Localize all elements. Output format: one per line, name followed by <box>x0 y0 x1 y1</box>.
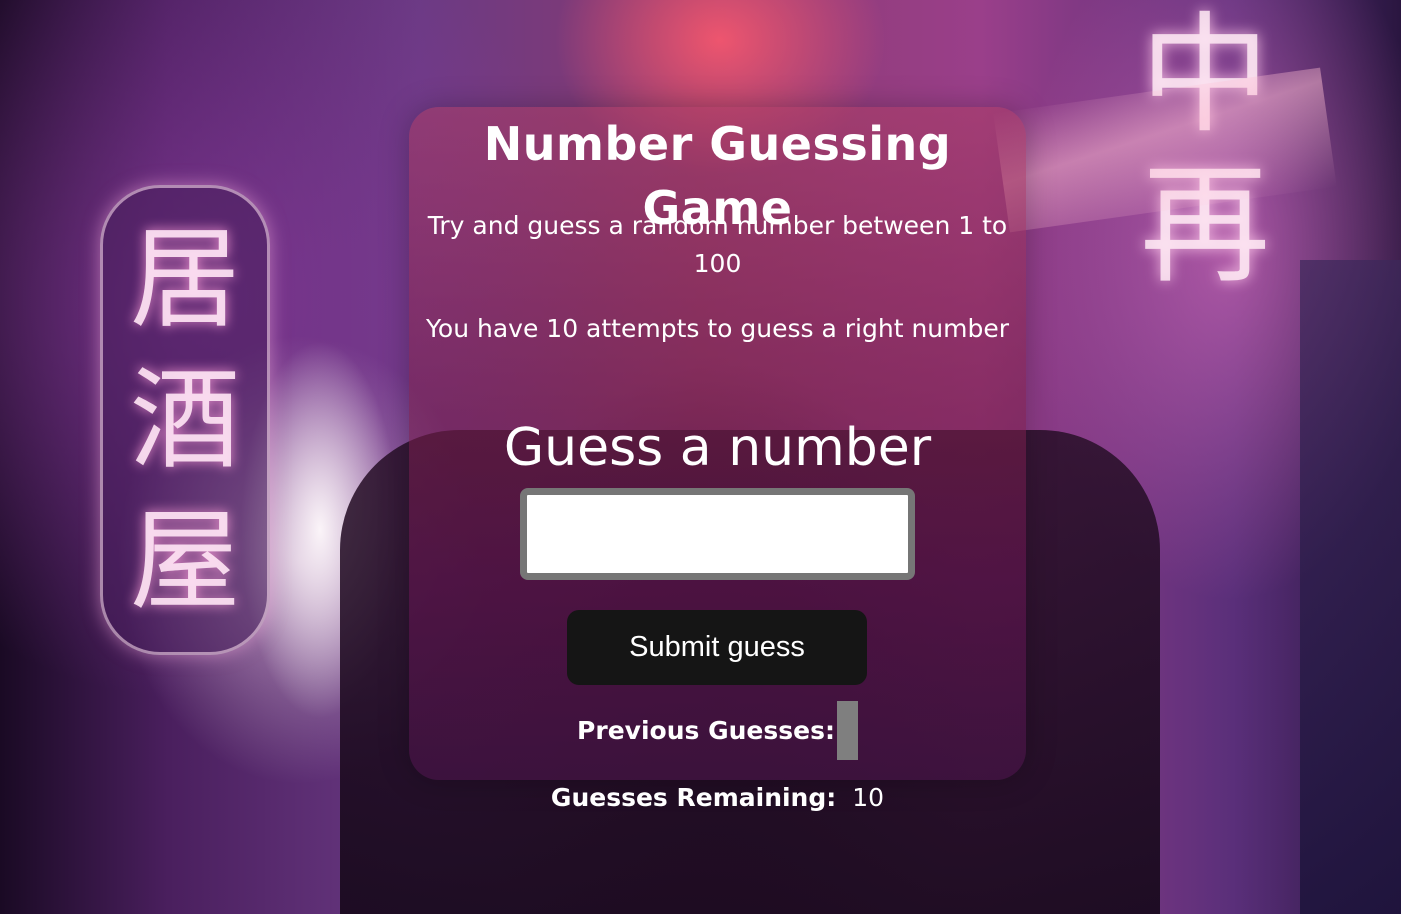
background-neon-sign: 居酒屋 <box>100 185 270 655</box>
submit-guess-button[interactable]: Submit guess <box>567 610 867 685</box>
guesses-remaining-label: Guesses Remaining: <box>550 783 837 812</box>
instruction-text: Try and guess a random number between 1 … <box>427 211 1008 278</box>
attempts-text: You have 10 attempts to guess a right nu… <box>425 314 1010 343</box>
guesses-remaining-row: Guesses Remaining: 10 <box>409 778 1026 818</box>
previous-guesses-label: Previous Guesses: <box>577 715 835 745</box>
previous-guesses-value <box>836 700 858 760</box>
background-panel <box>1300 260 1401 914</box>
guesses-remaining-value: 10 <box>852 783 885 812</box>
guess-input[interactable] <box>520 488 915 580</box>
background-hair-streak <box>993 67 1337 233</box>
guess-label: Guess a number <box>503 418 932 478</box>
previous-guesses-row: Previous Guesses: <box>409 700 1026 760</box>
